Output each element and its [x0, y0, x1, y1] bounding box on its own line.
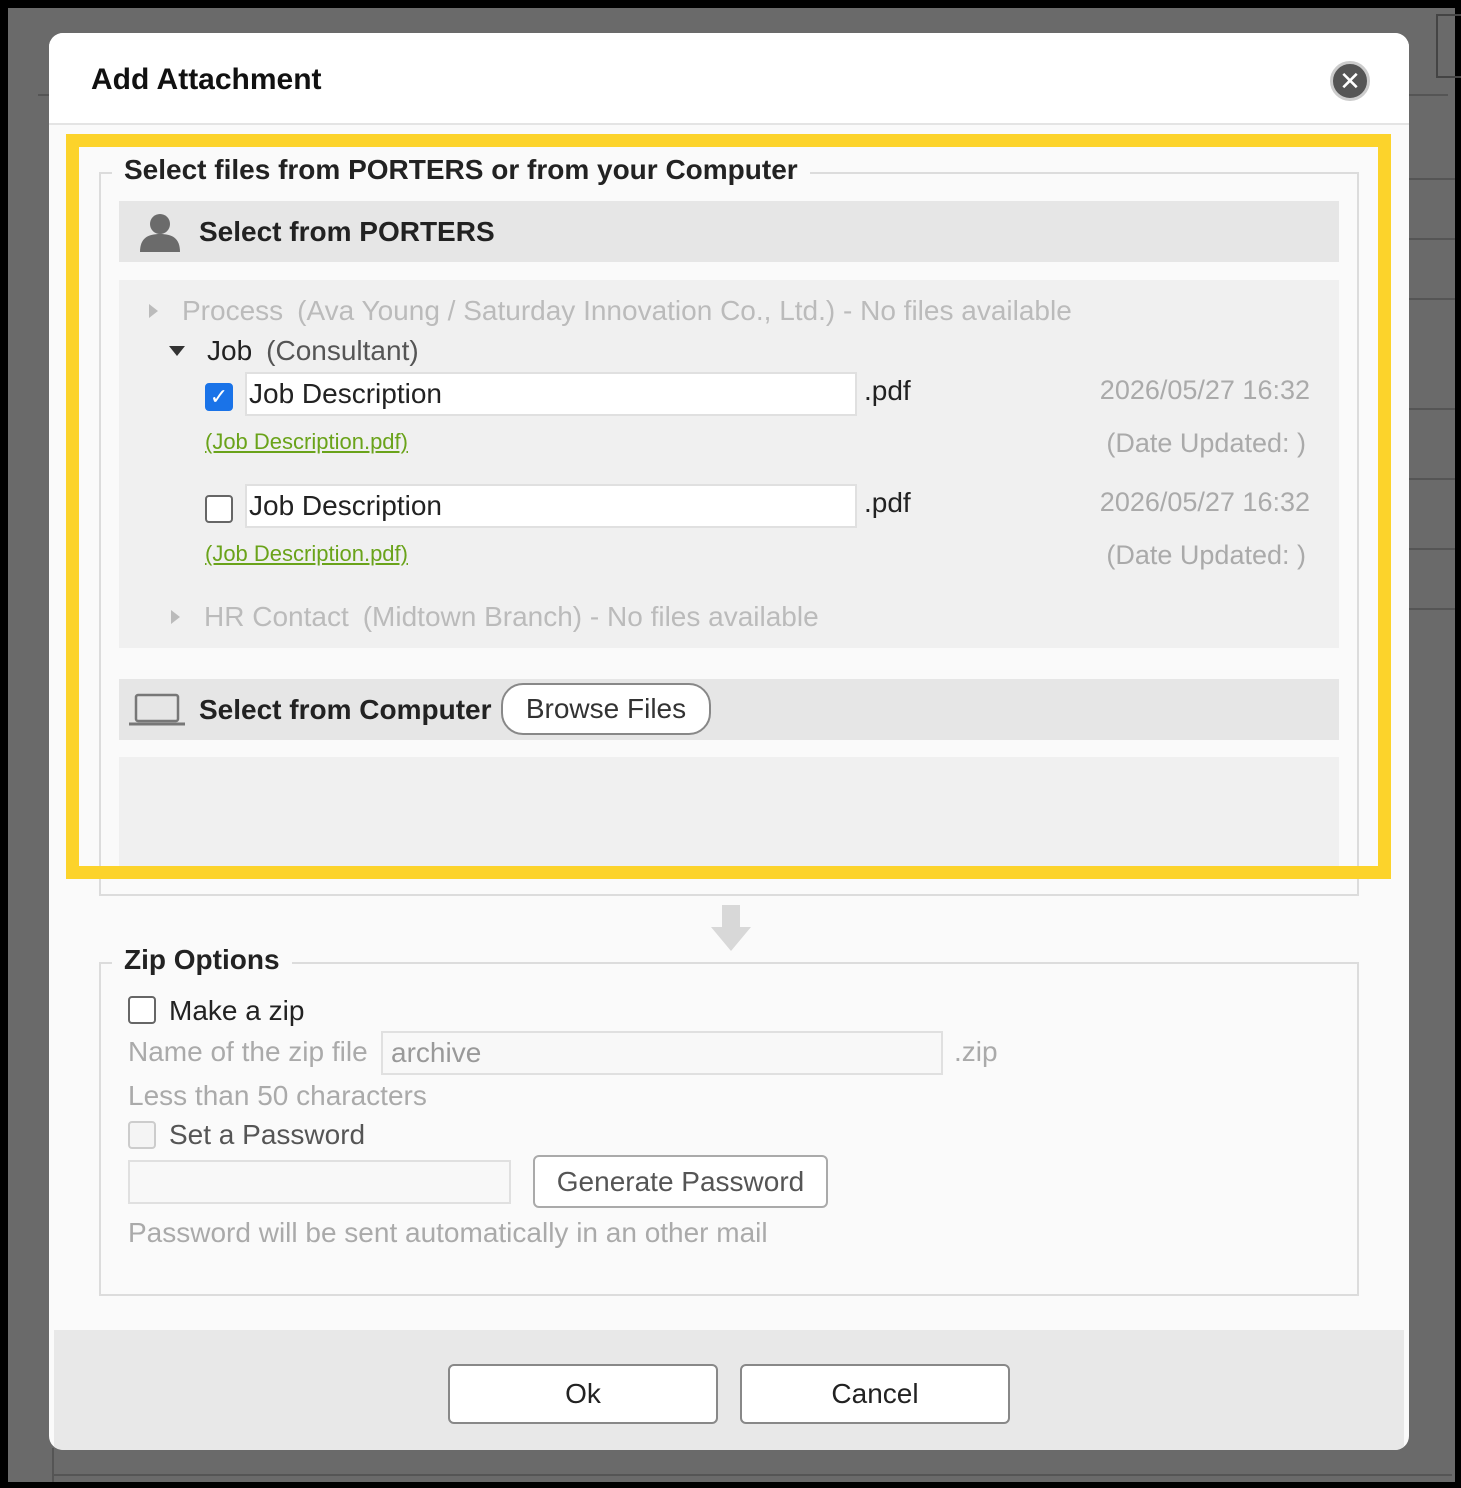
- background-divider: [1408, 298, 1455, 300]
- ok-button[interactable]: Ok: [448, 1364, 718, 1424]
- background-control: [1436, 14, 1461, 78]
- tree-node-detail: (Ava Young / Saturday Innovation Co., Lt…: [297, 295, 1072, 326]
- background-divider: [1408, 608, 1455, 610]
- tree-node-process[interactable]: Process (Ava Young / Saturday Innovation…: [149, 295, 1072, 327]
- file-name-input[interactable]: Job Description: [245, 484, 857, 528]
- make-zip-checkbox[interactable]: [128, 996, 156, 1024]
- background-divider: [1408, 478, 1455, 480]
- close-icon[interactable]: ✕: [1330, 61, 1370, 101]
- select-from-porters-label: Select from PORTERS: [199, 215, 495, 247]
- expand-arrow-icon: [149, 304, 158, 318]
- tree-node-job[interactable]: Job (Consultant): [169, 335, 419, 367]
- dialog-title: Add Attachment: [91, 63, 322, 96]
- file-checkbox[interactable]: ✓: [205, 383, 233, 411]
- file-name-input[interactable]: Job Description: [245, 372, 857, 416]
- collapse-arrow-icon: [169, 346, 185, 356]
- zip-name-label: Name of the zip file: [128, 1036, 368, 1067]
- set-password-label: Set a Password: [169, 1119, 366, 1150]
- browse-files-button[interactable]: Browse Files: [501, 683, 711, 735]
- person-icon: [140, 213, 180, 252]
- tree-node-hr-contact[interactable]: HR Contact (Midtown Branch) - No files a…: [171, 601, 819, 633]
- dialog-footer: [54, 1330, 1404, 1450]
- select-from-computer-bar: Select from Computer: [119, 679, 1339, 740]
- zip-extension: .zip: [954, 1036, 998, 1067]
- tree-node-detail: (Midtown Branch) - No files available: [362, 601, 819, 632]
- laptop-icon: [129, 693, 185, 725]
- computer-file-list: [119, 757, 1339, 877]
- select-from-computer-label: Select from Computer: [199, 693, 492, 725]
- file-link[interactable]: (Job Description.pdf): [205, 541, 408, 567]
- dialog-header: Add Attachment ✕: [49, 33, 1409, 125]
- select-from-porters-bar: Select from PORTERS: [119, 201, 1339, 262]
- set-password-checkbox[interactable]: [128, 1121, 156, 1149]
- file-link[interactable]: (Job Description.pdf): [205, 429, 408, 455]
- background-divider: [1408, 548, 1455, 550]
- expand-arrow-icon: [171, 610, 180, 624]
- file-date-updated: (Date Updated: ): [1106, 428, 1306, 458]
- background-divider: [1408, 178, 1455, 180]
- make-zip-label: Make a zip: [169, 995, 305, 1026]
- tree-node-name: Job: [207, 335, 253, 366]
- arrow-down-icon: [711, 905, 751, 951]
- background-divider: [1408, 238, 1455, 240]
- tree-node-name: HR Contact: [204, 601, 349, 632]
- background-divider: [52, 1448, 54, 1482]
- file-extension: .pdf: [864, 375, 911, 406]
- select-files-legend: Select files from PORTERS or from your C…: [112, 154, 810, 186]
- file-date: 2026/05/27 16:32: [1099, 487, 1310, 517]
- file-extension: .pdf: [864, 487, 911, 518]
- zip-name-hint: Less than 50 characters: [128, 1080, 427, 1111]
- zip-options-legend: Zip Options: [112, 944, 292, 976]
- cancel-button[interactable]: Cancel: [740, 1364, 1010, 1424]
- add-attachment-dialog: Add Attachment ✕ Select files from PORTE…: [49, 33, 1409, 1450]
- file-checkbox[interactable]: [205, 495, 233, 523]
- zip-name-input[interactable]: archive: [381, 1031, 943, 1075]
- password-note: Password will be sent automatically in a…: [128, 1217, 768, 1248]
- background-divider: [52, 1474, 1452, 1476]
- file-date: 2026/05/27 16:32: [1099, 375, 1310, 405]
- tree-node-detail: (Consultant): [266, 335, 419, 366]
- generate-password-button[interactable]: Generate Password: [533, 1155, 828, 1208]
- password-input[interactable]: [128, 1160, 511, 1204]
- file-date-updated: (Date Updated: ): [1106, 540, 1306, 570]
- tree-node-name: Process: [182, 295, 284, 326]
- background-divider: [1408, 408, 1455, 410]
